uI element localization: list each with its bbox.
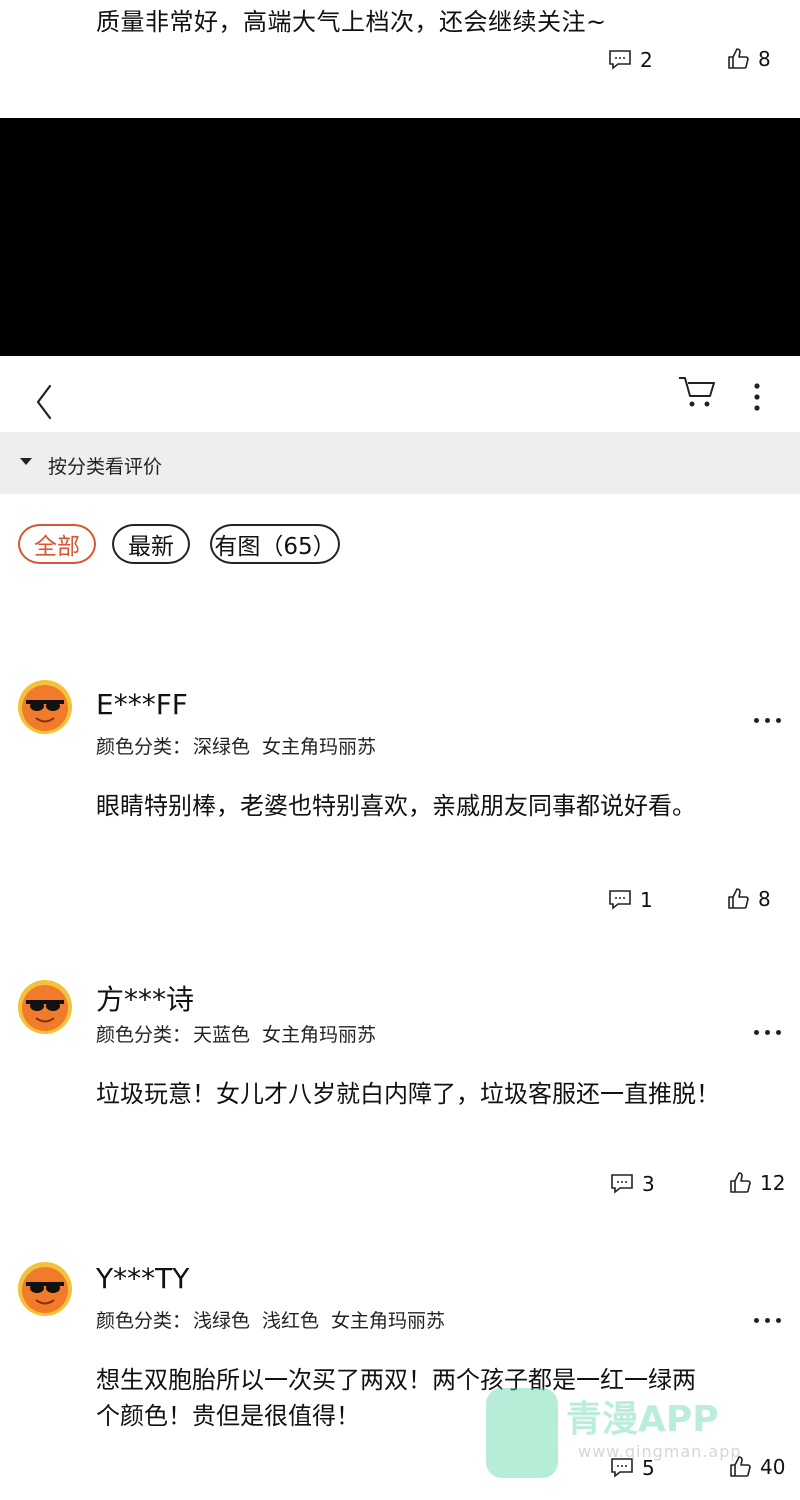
like-count: 40 xyxy=(760,1455,786,1479)
username: E***FF xyxy=(96,688,188,721)
comment-icon xyxy=(609,50,631,70)
like-count: 8 xyxy=(758,887,771,911)
comment-button[interactable]: 3 xyxy=(610,1172,655,1196)
spec-value: 女主角玛丽苏 xyxy=(331,1310,446,1332)
avatar xyxy=(18,680,72,734)
thumbs-up-icon xyxy=(730,1456,751,1477)
spec-value: 女主角玛丽苏 xyxy=(262,1024,377,1046)
spec-info: 颜色分类： 深绿色 女主角玛丽苏 xyxy=(96,732,388,759)
comment-button[interactable]: 1 xyxy=(608,888,653,912)
review-item: Y***TY 颜色分类： 浅绿色 浅红色 女主角玛丽苏 想生双胞胎所以一次买了两双！两… xyxy=(0,1260,800,1490)
like-count: 8 xyxy=(758,47,771,71)
comment-button[interactable]: 5 xyxy=(610,1456,655,1480)
review-item: 方***诗 颜色分类： 天蓝色 女主角玛丽苏 垃圾玩意！女儿才八岁就白内障了，垃圾客… xyxy=(0,976,800,1206)
filter-all[interactable]: 全部 xyxy=(18,524,96,564)
review-text: 质量非常好，高端大气上档次，还会继续关注~ xyxy=(96,8,607,36)
review-item: E***FF 颜色分类： 深绿色 女主角玛丽苏 眼睛特别棒，老婆也特别喜欢，亲戚朋友… xyxy=(0,676,800,916)
cart-icon xyxy=(679,377,715,407)
review-text: 眼睛特别棒，老婆也特别喜欢，亲戚朋友同事都说好看。 xyxy=(96,792,696,820)
spec-value: 深绿色 xyxy=(193,736,251,758)
spec-label: 颜色分类： xyxy=(96,1310,192,1332)
more-horizontal-icon[interactable] xyxy=(752,1316,784,1326)
top-review: 质量非常好，高端大气上档次，还会继续关注~ 2 8 xyxy=(0,0,800,118)
comment-count: 2 xyxy=(640,48,653,72)
review-text: 垃圾玩意！女儿才八岁就白内障了，垃圾客服还一直推脱！ xyxy=(96,1080,720,1108)
username: Y***TY xyxy=(96,1262,190,1295)
back-arrow-icon xyxy=(36,384,52,420)
comment-icon xyxy=(611,1174,633,1194)
filter-with-images-label: 有图（65） xyxy=(214,534,336,560)
thumbs-up-icon xyxy=(728,888,749,909)
spec-label: 颜色分类： xyxy=(96,1024,192,1046)
avatar xyxy=(18,1262,72,1316)
spec-value: 天蓝色 xyxy=(193,1024,251,1046)
review-text: 想生双胞胎所以一次买了两双！两个孩子都是一红一绿两个颜色！贵但是很值得！ xyxy=(96,1366,696,1430)
spec-value: 浅红色 xyxy=(262,1310,320,1332)
filter-latest[interactable]: 最新 xyxy=(112,524,190,564)
comment-button[interactable]: 2 xyxy=(608,48,653,72)
comment-count: 5 xyxy=(642,1456,655,1480)
comment-icon xyxy=(611,1458,633,1478)
spec-value: 浅绿色 xyxy=(193,1310,251,1332)
more-options-button[interactable] xyxy=(744,376,770,416)
username: 方***诗 xyxy=(96,983,195,1016)
like-count: 12 xyxy=(760,1171,786,1195)
comment-count: 1 xyxy=(640,888,653,912)
like-button[interactable]: 12 xyxy=(728,1171,785,1195)
filter-all-label: 全部 xyxy=(34,534,80,560)
filter-latest-label: 最新 xyxy=(128,534,174,560)
category-filter-label: 按分类看评价 xyxy=(48,456,163,478)
thumbs-up-icon xyxy=(730,1172,751,1193)
redacted-panel xyxy=(0,118,800,356)
comment-count: 3 xyxy=(642,1172,655,1196)
spec-value: 女主角玛丽苏 xyxy=(262,736,377,758)
comment-icon xyxy=(609,890,631,910)
cart-button[interactable] xyxy=(676,372,718,412)
category-filter-toggle[interactable]: 按分类看评价 xyxy=(0,432,800,494)
triangle-down-icon xyxy=(20,458,32,465)
like-button[interactable]: 40 xyxy=(728,1455,785,1479)
filter-with-images[interactable]: 有图（65） xyxy=(210,524,340,564)
more-horizontal-icon[interactable] xyxy=(752,716,784,726)
avatar xyxy=(18,980,72,1034)
nav-bar xyxy=(0,356,800,432)
more-horizontal-icon[interactable] xyxy=(752,1028,784,1038)
spec-info: 颜色分类： 浅绿色 浅红色 女主角玛丽苏 xyxy=(96,1306,457,1333)
like-button[interactable]: 8 xyxy=(726,887,771,911)
spec-info: 颜色分类： 天蓝色 女主角玛丽苏 xyxy=(96,1020,388,1047)
like-button[interactable]: 8 xyxy=(726,47,771,71)
spec-label: 颜色分类： xyxy=(96,736,192,758)
thumbs-up-icon xyxy=(728,48,749,69)
back-button[interactable] xyxy=(30,382,60,422)
more-vertical-icon xyxy=(754,383,760,411)
